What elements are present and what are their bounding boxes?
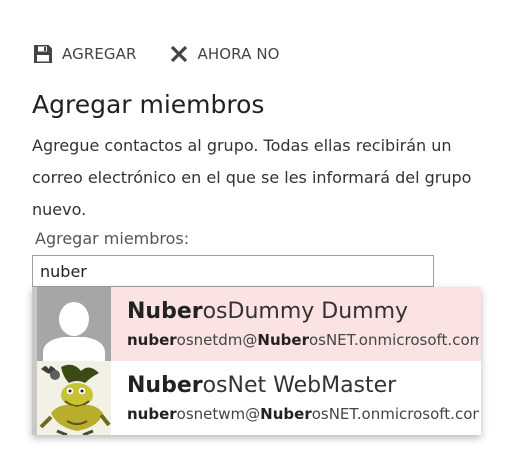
page-description: Agregue contactos al grupo. Todas ellas … (32, 136, 472, 219)
members-search-input[interactable] (32, 255, 434, 287)
cartoon-character-photo (37, 361, 111, 435)
not-now-button-label: AHORA NO (197, 45, 280, 63)
suggestion-item[interactable]: NuberosDummy Dummy nuberosnetdm@NuberosN… (37, 287, 481, 361)
close-icon (169, 44, 189, 64)
save-icon (33, 44, 53, 64)
not-now-button[interactable]: AHORA NO (169, 44, 280, 64)
command-bar: AGREGAR AHORA NO (33, 42, 312, 66)
suggestion-name: NuberosNet WebMaster (127, 373, 397, 398)
members-field-label: Agregar miembros: (35, 229, 190, 248)
suggestion-item[interactable]: NuberosNet WebMaster nuberosnetwm@Nubero… (37, 361, 481, 435)
add-button-label: AGREGAR (62, 45, 137, 63)
suggestion-email: nuberosnetdm@NuberosNET.onmicrosoft.com (127, 331, 479, 349)
suggestion-name: NuberosDummy Dummy (127, 299, 409, 324)
suggestions-dropdown: NuberosDummy Dummy nuberosnetdm@NuberosN… (32, 287, 481, 435)
page-title: Agregar miembros (32, 90, 265, 119)
default-person-icon (37, 287, 111, 361)
suggestion-email: nuberosnetwm@NuberosNET.onmicrosoft.com (127, 405, 479, 423)
add-button[interactable]: AGREGAR (33, 44, 137, 64)
